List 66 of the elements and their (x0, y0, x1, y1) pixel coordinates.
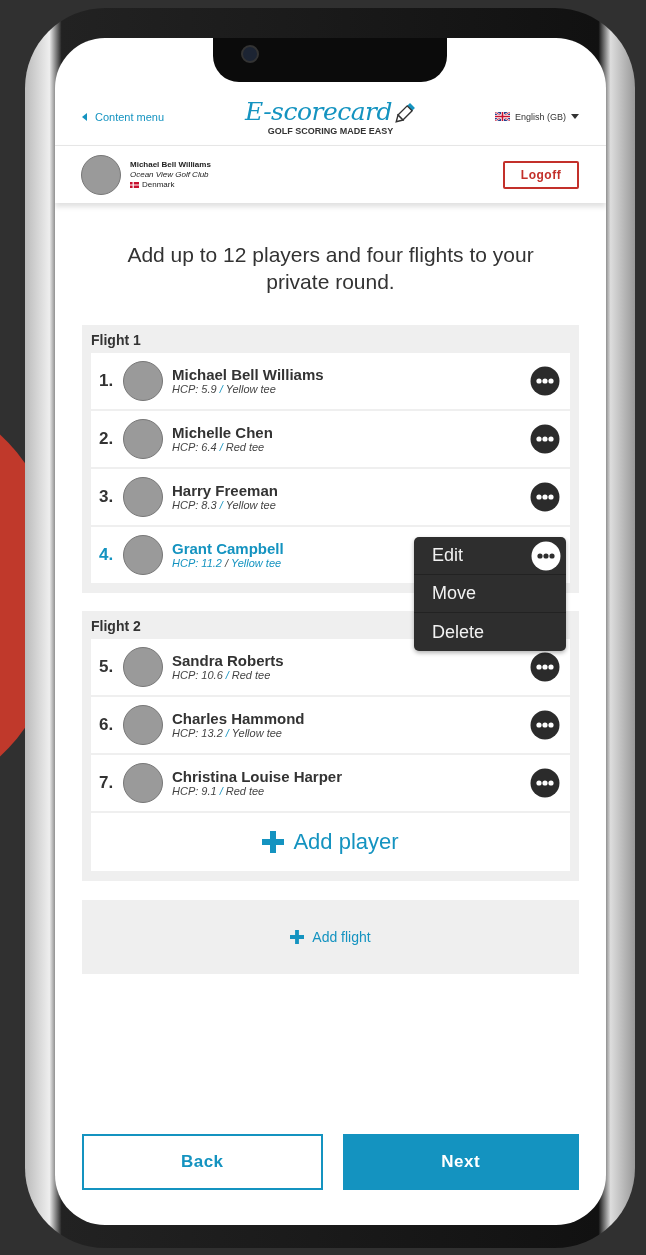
player-details: HCP: 8.3 / Yellow tee (172, 499, 276, 512)
camera-icon (241, 45, 259, 63)
player-row[interactable]: 1. Michael Bell Williams HCP: 5.9 / Yellow tee (91, 353, 570, 409)
player-name: Charles Hammond (172, 710, 305, 727)
menu-item[interactable]: Edit (432, 545, 464, 566)
avatar (123, 361, 163, 401)
more-button[interactable] (530, 424, 560, 454)
player-details: HCP: 9.1 / Red tee (172, 785, 265, 798)
player-row[interactable]: 6. Charles Hammond HCP: 13.2 / Yellow tee (91, 697, 570, 753)
avatar (123, 705, 163, 745)
flag-icon (494, 112, 510, 121)
avatar (123, 419, 163, 459)
back-arrow-icon (82, 112, 87, 121)
pencil-icon (392, 101, 417, 126)
plus-icon (290, 930, 305, 944)
avatar (123, 535, 163, 575)
player-details: HCP: 11.2 / Yellow tee (172, 557, 282, 570)
player-number: 6. (99, 715, 115, 735)
player-number: 7. (99, 773, 115, 793)
player-name: Grant Campbell (172, 540, 284, 557)
logoff-button[interactable]: Logoff (503, 160, 579, 189)
flight-title: Flight 1 (91, 331, 141, 350)
player-name: Michelle Chen (172, 424, 273, 441)
player-details: HCP: 6.4 / Red tee (172, 441, 265, 454)
next-button[interactable]: Next (342, 1134, 579, 1190)
flight-title: Flight 2 (91, 617, 141, 636)
avatar (81, 154, 121, 195)
player-number: 1. (99, 371, 115, 391)
player-name: Michael Bell Williams (172, 366, 324, 383)
caret-icon (571, 114, 579, 119)
plus-icon (262, 831, 285, 853)
avatar (123, 647, 163, 687)
more-button[interactable] (530, 366, 560, 396)
page-heading: Add up to 12 players and four flights to your private round. (126, 242, 535, 295)
more-button[interactable] (530, 768, 560, 798)
player-name: Christina Louise Harper (172, 768, 343, 785)
player-number: 3. (99, 487, 115, 507)
player-details: HCP: 13.2 / Yellow tee (172, 727, 282, 740)
add-player-button[interactable]: Add player (91, 813, 570, 871)
player-name: Sandra Roberts (172, 652, 284, 669)
player-details: HCP: 5.9 / Yellow tee (172, 383, 276, 396)
more-button[interactable] (530, 482, 560, 512)
player-details: HCP: 10.6 / Red tee (172, 669, 271, 682)
more-button[interactable] (530, 652, 560, 682)
tagline: GOLF SCORING MADE EASY (267, 125, 394, 136)
content-menu-link[interactable]: Content menu (82, 110, 222, 123)
more-button[interactable] (530, 710, 560, 740)
player-row[interactable]: 5. Sandra Roberts HCP: 10.6 / Red tee (91, 639, 570, 695)
player-number: 5. (99, 657, 115, 677)
back-button[interactable]: Back (82, 1134, 323, 1190)
language-selector[interactable]: English (GB) (439, 111, 579, 122)
country-name: Denmark (142, 179, 175, 190)
more-button[interactable] (531, 540, 561, 571)
menu-item[interactable]: Move (432, 583, 476, 604)
player-number: 2. (99, 429, 115, 449)
player-row[interactable]: 2. Michelle Chen HCP: 6.4 / Red tee (91, 411, 570, 467)
player-row[interactable]: 3. Harry Freeman HCP: 8.3 / Yellow tee (91, 469, 570, 525)
avatar (123, 763, 163, 803)
flag-icon (130, 181, 139, 188)
player-number: 4. (99, 545, 115, 565)
avatar (123, 477, 163, 517)
player-row[interactable]: 7. Christina Louise Harper HCP: 9.1 / Red tee (91, 755, 570, 811)
logo-text: E-scorecard (244, 97, 393, 126)
player-name: Harry Freeman (172, 482, 278, 499)
club-name: Ocean View Golf Club (130, 169, 210, 180)
user-name: Michael Bell Williams (130, 159, 212, 170)
